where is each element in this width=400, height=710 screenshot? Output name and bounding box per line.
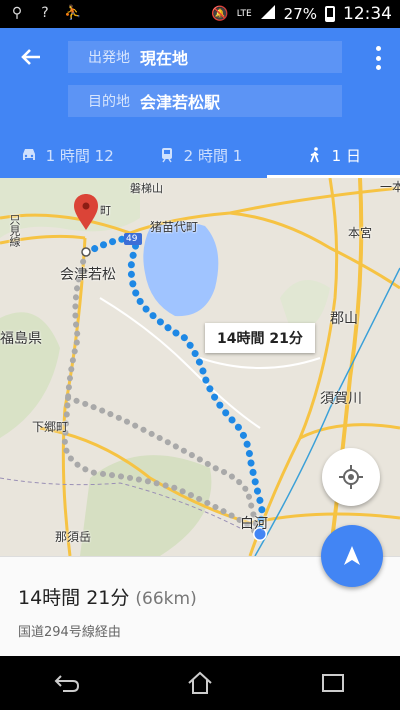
directions-header: 出発地 現在地 目的地 会津若松駅 1 時間 12 2 時間 1 1 日 (0, 28, 400, 178)
travel-mode-tabs: 1 時間 12 2 時間 1 1 日 (0, 132, 400, 178)
tab-walking-label: 1 日 (331, 146, 361, 165)
train-icon (161, 148, 172, 163)
map-label-aizu: 会津若松 (60, 267, 116, 283)
usb-icon: ⚲ (11, 5, 23, 21)
summary-distance: (66km) (135, 589, 197, 609)
origin-label: 出発地 (88, 50, 130, 66)
summary-line: 14時間 21分 (66km) (18, 583, 197, 610)
map-label-tadami: 只見線 (8, 214, 21, 247)
map-label-ichinohe: 一本 (380, 180, 400, 194)
my-location-button[interactable] (322, 448, 380, 506)
system-nav-bar (0, 656, 400, 710)
map-label-sukagawa: 須賀川 (320, 391, 362, 407)
origin-value: 現在地 (140, 49, 189, 68)
tab-transit-label: 2 時間 1 (183, 146, 243, 165)
recent-apps-icon[interactable] (319, 669, 347, 697)
navigation-arrow-icon (344, 546, 360, 565)
destination-field[interactable]: 目的地 会津若松駅 (68, 85, 342, 117)
map-view[interactable]: 磐梯山 一本 町 猪苗代町 本宮 只見線 会津若松 49 福島県 郡山 須賀川 … (0, 178, 400, 556)
summary-via: 国道294号線経由 (18, 625, 121, 640)
status-bar: ⚲ ? ⛹ 🔕 LTE 27% 12:34 (0, 0, 400, 28)
map-label-shirakawa: 白河 (240, 516, 268, 532)
map-label-inawashiro: 猪苗代町 (150, 220, 199, 234)
tab-driving-label: 1 時間 12 (45, 146, 114, 165)
start-navigation-button[interactable] (321, 525, 383, 587)
clock: 12:34 (343, 4, 392, 24)
map-label-motomiya: 本宮 (348, 226, 373, 240)
origin-field[interactable]: 出発地 現在地 (68, 41, 342, 73)
battery-icon (325, 6, 335, 22)
tab-driving[interactable]: 1 時間 12 (0, 132, 133, 178)
destination-label: 目的地 (88, 94, 130, 110)
summary-time: 14時間 21分 (18, 587, 130, 609)
tab-transit[interactable]: 2 時間 1 (133, 132, 266, 178)
signal-icon (260, 4, 276, 24)
home-icon[interactable] (186, 669, 214, 697)
back-arrow-icon[interactable] (18, 44, 46, 72)
mute-icon: 🔕 (211, 6, 229, 22)
destination-value: 会津若松駅 (140, 93, 221, 112)
map-label-machi: 町 (100, 204, 111, 217)
tab-walking[interactable]: 1 日 (266, 132, 400, 178)
walk-icon (309, 147, 319, 163)
crosshair-icon (339, 465, 363, 489)
route-time-callout[interactable]: 14時間 21分 (205, 323, 315, 353)
lte-label: LTE (236, 9, 252, 19)
map-label-fukushima: 福島県 (0, 331, 42, 347)
running-icon: ⛹ (64, 5, 82, 21)
back-icon[interactable] (53, 669, 81, 697)
battery-percent: 27% (283, 5, 317, 23)
map-label-nasudake: 那須岳 (55, 530, 92, 544)
car-icon (22, 149, 35, 160)
map-label-bandai: 磐梯山 (130, 182, 163, 195)
help-icon: ? (41, 5, 49, 21)
route-shield: 49 (126, 234, 138, 244)
map-label-koriyama: 郡山 (330, 311, 358, 327)
more-options-icon[interactable] (374, 44, 382, 72)
map-label-shimogo: 下郷町 (32, 420, 69, 434)
